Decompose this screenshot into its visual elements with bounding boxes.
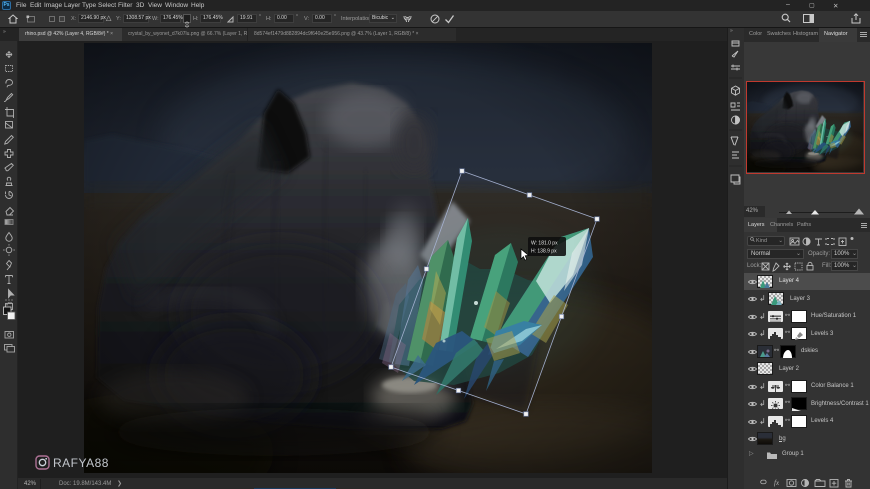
svg-text:fx: fx — [774, 479, 780, 487]
svg-text:W: 181.0 px: W: 181.0 px — [531, 241, 558, 247]
svg-text:H: 138.9 px: H: 138.9 px — [531, 249, 557, 255]
